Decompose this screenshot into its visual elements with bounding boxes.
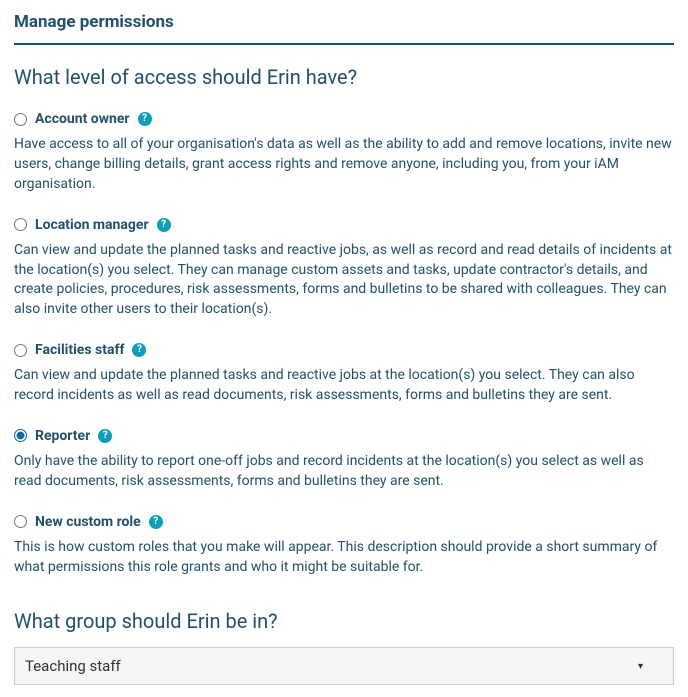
caret-down-icon: ▾ [638, 661, 643, 672]
help-icon[interactable]: ? [98, 429, 112, 443]
role-label: Reporter [35, 428, 90, 444]
role-description: Can view and update the planned tasks an… [14, 241, 674, 321]
role-description: This is how custom roles that you make w… [14, 538, 674, 578]
role-label: New custom role [35, 514, 141, 530]
role-label: Facilities staff [35, 342, 124, 358]
role-label: Location manager [35, 217, 149, 233]
help-icon[interactable]: ? [132, 343, 146, 357]
role-radio-location-manager[interactable] [14, 218, 27, 231]
page-title: Manage permissions [14, 12, 674, 45]
role-option-reporter[interactable]: Reporter ? [14, 428, 674, 444]
group-selected-value: Teaching staff [25, 657, 121, 675]
role-radio-facilities-staff[interactable] [14, 344, 27, 357]
role-option-facilities-staff[interactable]: Facilities staff ? [14, 342, 674, 358]
help-icon[interactable]: ? [149, 515, 163, 529]
access-level-heading: What level of access should Erin have? [14, 65, 674, 89]
role-description: Only have the ability to report one-off … [14, 452, 674, 492]
role-radio-account-owner[interactable] [14, 113, 27, 126]
role-label: Account owner [35, 111, 130, 127]
role-option-location-manager[interactable]: Location manager ? [14, 217, 674, 233]
role-option-account-owner[interactable]: Account owner ? [14, 111, 674, 127]
group-heading: What group should Erin be in? [14, 609, 674, 633]
role-description: Can view and update the planned tasks an… [14, 366, 674, 406]
role-radio-custom[interactable] [14, 515, 27, 528]
role-description: Have access to all of your organisation'… [14, 135, 674, 195]
group-select[interactable]: Teaching staff ▾ [14, 647, 674, 685]
role-radio-reporter[interactable] [14, 429, 27, 442]
help-icon[interactable]: ? [157, 218, 171, 232]
group-select-wrap: Teaching staff ▾ [14, 647, 674, 685]
role-option-custom[interactable]: New custom role ? [14, 514, 674, 530]
help-icon[interactable]: ? [138, 112, 152, 126]
